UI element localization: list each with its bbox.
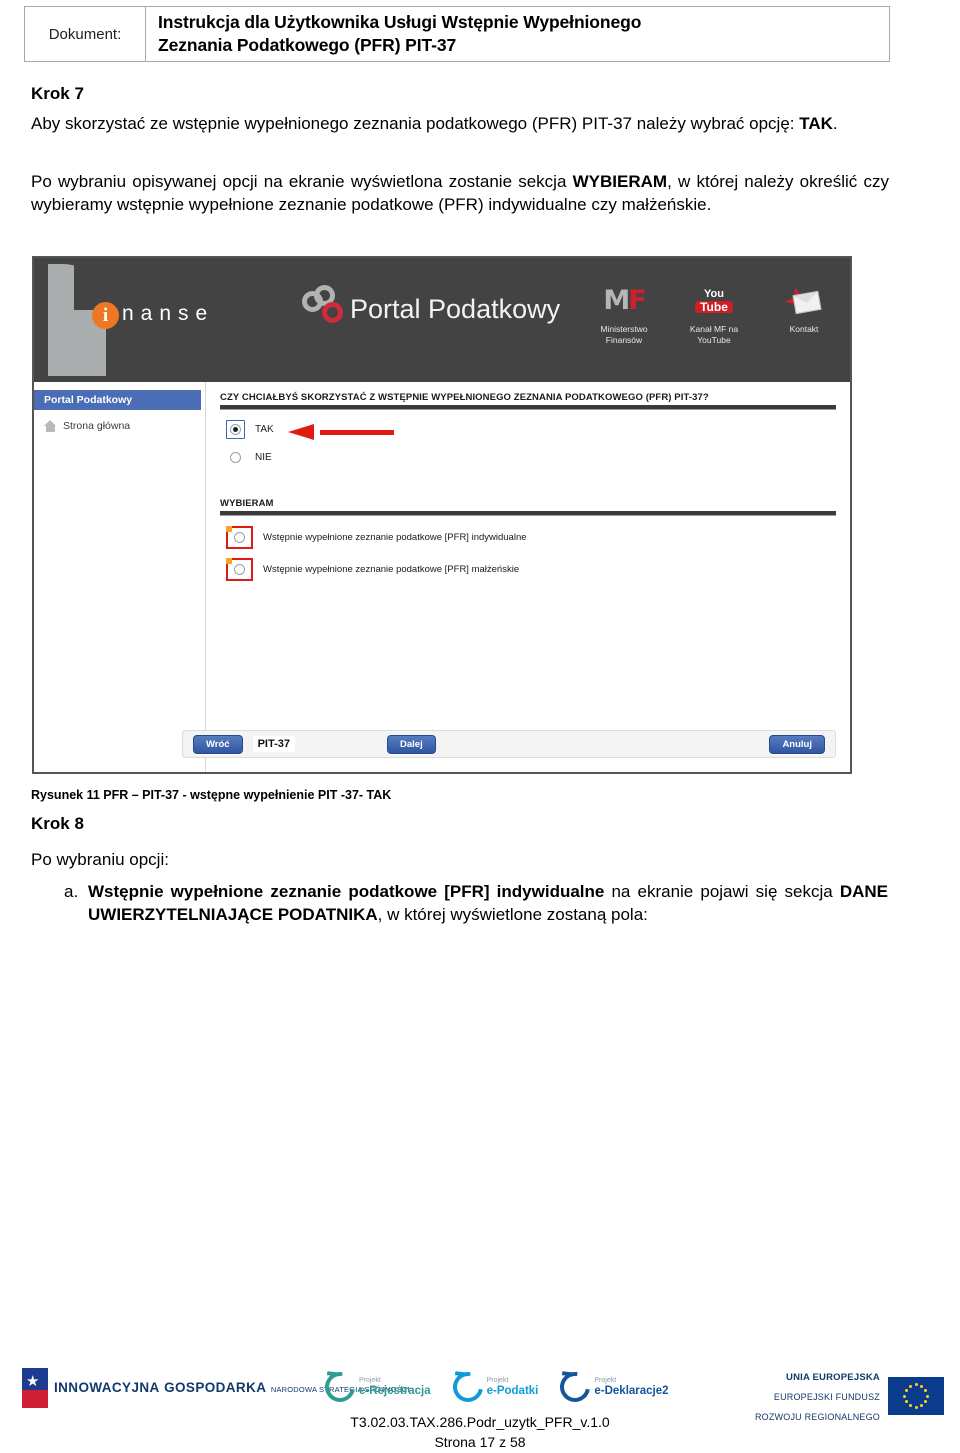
project-logos: Projekt e-Rejestracja Projekt e-Podatki … [319, 1366, 669, 1408]
document-title-line-2: Zeznania Podatkowego (PFR) PIT-37 [158, 35, 457, 56]
red-pointer-arrow-icon [288, 424, 394, 440]
radio-malzenskie[interactable] [234, 564, 245, 575]
swoosh-icon [554, 1366, 597, 1408]
ministerstwo-finansow-link[interactable]: MF Ministerstwo Finansów [588, 280, 660, 345]
kontakt-envelope-icon: ➤ [768, 280, 840, 322]
radio-indywidualne[interactable] [234, 532, 245, 543]
back-button[interactable]: Wróć [193, 734, 243, 754]
ministerstwo-finansow-icon: MF [603, 285, 646, 317]
swoosh-icon [319, 1366, 361, 1408]
eu-line-2: EUROPEJSKI FUNDUSZ [773, 1392, 880, 1402]
sidebar-item-strona-glowna[interactable]: Strona główna [34, 410, 205, 432]
radio-malzenskie-label: Wstępnie wypełnione zeznanie podatkowe [… [263, 564, 520, 575]
projekt-name-2: e-Podatki [486, 1384, 539, 1397]
radio-nie[interactable] [230, 452, 241, 463]
list-mid-text: na ekranie pojawi się sekcja [604, 882, 840, 901]
interlocking-rings-icon [302, 285, 348, 328]
footer-document-info: T3.02.03.TAX.286.Podr_uzytk_PFR_v.1.0 St… [0, 1412, 960, 1453]
home-icon [44, 420, 57, 432]
projekt-label-1: Projekt [359, 1376, 381, 1384]
portal-sidebar: Portal Podatkowy Strona główna [34, 382, 206, 772]
portal-body: Portal Podatkowy Strona główna CZY CHCIA… [34, 382, 850, 772]
ministerstwo-finansow-caption-2: Finansów [605, 334, 643, 345]
kontakt-link[interactable]: ➤ Kontakt [768, 280, 840, 345]
document-title: Instrukcja dla Użytkownika Usługi Wstępn… [146, 7, 889, 61]
finanse-i-dot-icon: i [92, 302, 119, 329]
krok-7-heading: Krok 7 [31, 84, 84, 103]
tak-focus-outline [226, 420, 245, 439]
finanse-wordmark: nanse [122, 302, 215, 325]
projekt-label-3: Projekt [594, 1376, 617, 1384]
youtube-icon: You Tube [678, 280, 750, 322]
innowacyjna-line-1: INNOWACYJNA [54, 1379, 160, 1395]
radio-nie-label: NIE [255, 452, 272, 463]
innowacyjna-line-2: GOSPODARKA [164, 1379, 267, 1395]
projekt-name-1: e-Rejestracja [359, 1384, 431, 1397]
sidebar-heading: Portal Podatkowy [34, 390, 201, 410]
portal-header-icons: MF Ministerstwo Finansów You Tube Kanał … [588, 280, 840, 345]
document-code: T3.02.03.TAX.286.Podr_uzytk_PFR_v.1.0 [350, 1414, 610, 1430]
paragraph-2-bold-wybieram: WYBIERAM [572, 172, 668, 191]
paragraph-1: Aby skorzystać ze wstępnie wypełnionego … [31, 112, 889, 135]
list-end-text: , w której wyświetlone zostaną pola: [377, 905, 648, 925]
cancel-button[interactable]: Anuluj [769, 734, 825, 754]
portal-podatkowy-title: Portal Podatkowy [350, 293, 561, 324]
projekt-name-3: e-Deklaracje2 [594, 1384, 669, 1397]
question-heading-rule [220, 405, 836, 410]
radio-option-nie[interactable]: NIE [226, 448, 836, 467]
projekt-e-rejestracja-logo: Projekt e-Rejestracja [319, 1366, 431, 1408]
document-title-line-1: Instrukcja dla Użytkownika Usługi Wstępn… [158, 12, 642, 32]
youtube-caption-1: Kanał MF na [689, 324, 739, 334]
figure-caption: Rysunek 11 PFR – PIT-37 - wstępne wypełn… [31, 788, 392, 802]
document-label: Dokument: [25, 7, 146, 61]
youtube-channel-link[interactable]: You Tube Kanał MF na YouTube [678, 280, 750, 345]
portal-podatkowy-logo: Portal Podatkowy [302, 285, 561, 328]
portal-main-content: CZY CHCIAŁBYŚ SKORZYSTAĆ Z WSTĘPNIE WYPE… [206, 382, 850, 772]
malzenskie-highlight-box [226, 558, 253, 581]
finanse-logo: i nanse [42, 262, 242, 378]
portal-button-bar: Wróć PIT-37 Dalej Anuluj [182, 730, 836, 758]
radio-indywidualne-label: Wstępnie wypełnione zeznanie podatkowe [… [263, 532, 527, 543]
krok-8-heading: Krok 8 [31, 814, 84, 833]
radio-tak[interactable] [230, 424, 241, 435]
eu-line-1: UNIA EUROPEJSKA [786, 1372, 880, 1383]
paragraph-2-text-a: Po wybraniu opisywanej opcji na ekranie … [31, 172, 573, 191]
form-name-chip: PIT-37 [252, 736, 295, 752]
swoosh-icon [446, 1366, 489, 1408]
nie-spacer [226, 448, 245, 467]
list-bold-indywidualne: Wstępnie wypełnione zeznanie podatkowe [… [88, 882, 605, 901]
embedded-screenshot: i nanse Portal Podatkowy MF Ministerstwo… [32, 256, 852, 774]
indywidualne-highlight-box [226, 526, 253, 549]
document-header-table: Dokument: Instrukcja dla Użytkownika Usł… [24, 6, 890, 62]
youtube-caption-2: YouTube [697, 334, 731, 345]
footer-logo-strip: ★ INNOWACYJNA GOSPODARKA NARODOWA STRATE… [0, 1358, 960, 1422]
wybieram-heading-rule [220, 511, 836, 516]
list-item-a: a. Wstępnie wypełnione zeznanie podatkowe… [64, 880, 888, 927]
radio-tak-label: TAK [255, 424, 274, 435]
portal-topbar: i nanse Portal Podatkowy MF Ministerstwo… [34, 258, 850, 382]
projekt-e-podatki-logo: Projekt e-Podatki [446, 1366, 539, 1408]
orange-corner-marker-icon [226, 526, 232, 532]
paragraph-1-text: Aby skorzystać ze wstępnie wypełnionego … [31, 114, 800, 133]
page-number: Strona 17 z 58 [434, 1434, 526, 1451]
radio-option-indywidualne[interactable]: Wstępnie wypełnione zeznanie podatkowe [… [226, 526, 836, 549]
radio-option-tak[interactable]: TAK [226, 420, 836, 440]
paragraph-3: Po wybraniu opcji: [31, 850, 169, 869]
paragraph-2: Po wybraniu opisywanej opcji na ekranie … [31, 170, 889, 217]
next-button[interactable]: Dalej [387, 734, 436, 754]
sidebar-item-label: Strona główna [63, 420, 131, 432]
ministerstwo-finansow-caption-1: Ministerstwo [600, 324, 648, 334]
question-heading: CZY CHCIAŁBYŚ SKORZYSTAĆ Z WSTĘPNIE WYPE… [220, 392, 709, 403]
radio-option-malzenskie[interactable]: Wstępnie wypełnione zeznanie podatkowe [… [226, 558, 836, 581]
kontakt-caption: Kontakt [789, 324, 819, 334]
paragraph-1-end: . [832, 114, 838, 133]
projekt-e-deklaracje2-logo: Projekt e-Deklaracje2 [554, 1366, 669, 1408]
list-marker-a: a. [64, 882, 79, 901]
wybieram-heading: WYBIERAM [220, 498, 274, 509]
paragraph-1-bold-tak: TAK [799, 114, 833, 133]
eu-flag-icon [888, 1377, 944, 1415]
orange-corner-marker-icon [226, 558, 232, 564]
projekt-label-2: Projekt [486, 1376, 509, 1384]
polish-flag-star-icon: ★ [22, 1368, 48, 1408]
